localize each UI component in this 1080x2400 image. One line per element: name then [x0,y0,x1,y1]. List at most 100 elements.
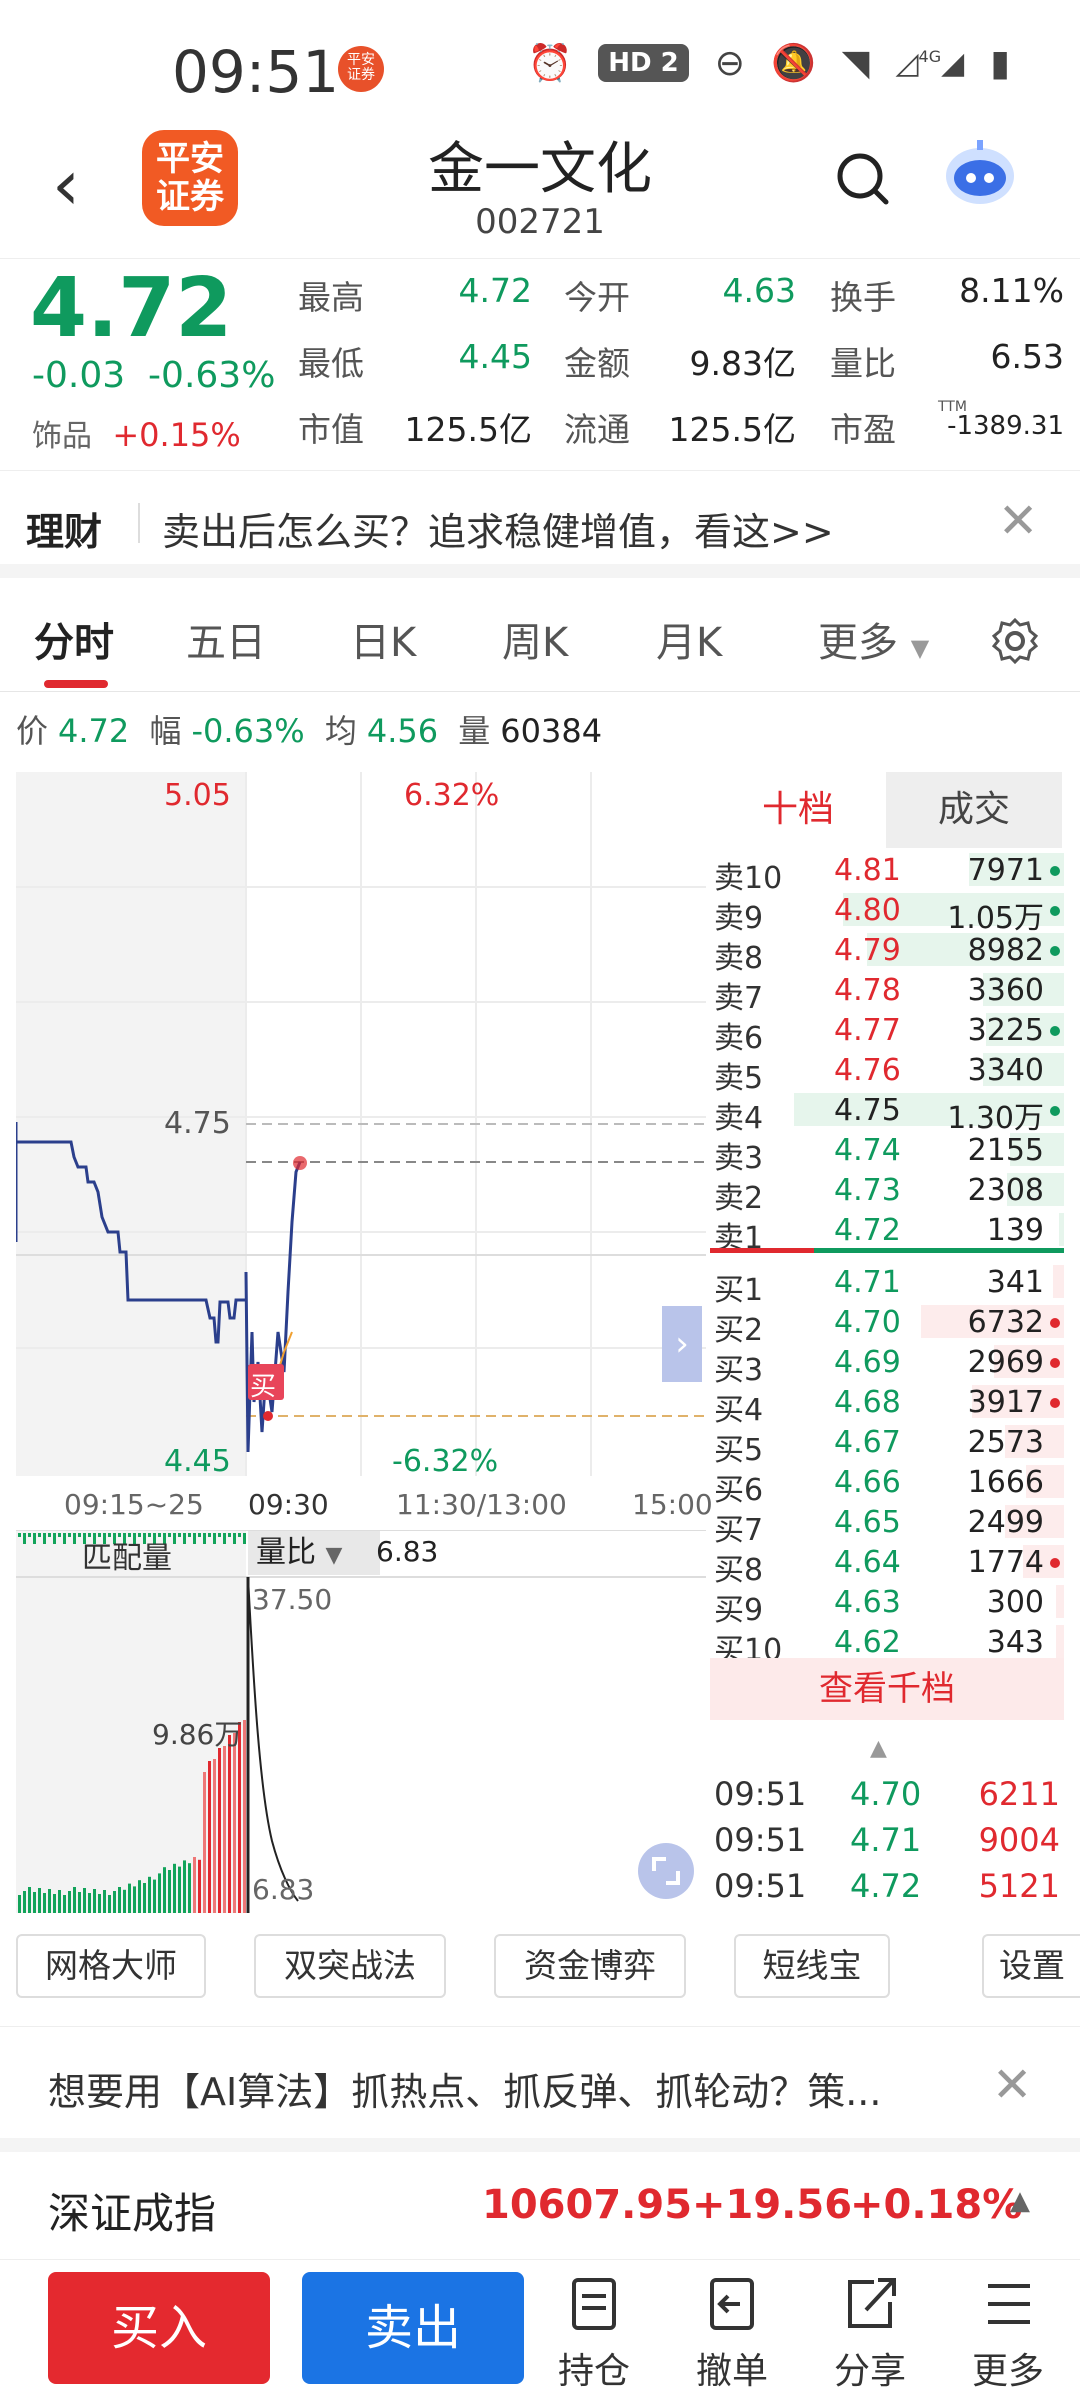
promo-banner[interactable]: 理财 卖出后怎么买？追求稳健增值，看这>> ✕ [0,470,1080,578]
quote-field: 流通 125.5亿 [564,410,796,449]
y-max-label: 5.05 [164,778,231,813]
promo-text[interactable]: 卖出后怎么买？追求稳健增值，看这>> [162,501,834,556]
intraday-chart-svg [16,772,706,1476]
bid-row[interactable]: 买10 4.62 343 [710,1622,1064,1668]
buy-button[interactable]: 买入 [48,2272,270,2384]
stock-name: 金一文化 [428,137,652,202]
indicator-select[interactable]: 量比 ▼ [248,1531,380,1575]
change-dot [1050,1398,1060,1408]
volume-bar [18,1533,21,1537]
quick-tools: 网格大师 双突战法 资金博弈 短线宝 设置 [0,1928,1080,2024]
ai-promo-text[interactable]: 想要用【AI算法】抓热点、抓反弹、抓轮动？策... [48,2061,881,2116]
sell-button[interactable]: 卖出 [302,2272,524,2384]
volume-bar [233,1533,236,1544]
ask-row[interactable]: 卖2 4.73 2308 [710,1170,1064,1216]
volume-bar [178,1533,181,1537]
ask-row[interactable]: 卖1 4.72 139 [710,1210,1064,1256]
tab-intraday[interactable]: 分时 [34,610,114,668]
index-change: +19.56 [692,2182,853,2228]
ai-promo-bar[interactable]: 想要用【AI算法】抓热点、抓反弹、抓轮动？策... ✕ [0,2026,1080,2152]
volume-bar [183,1533,186,1544]
nav-cancel-order[interactable]: 撤单 [672,2270,792,2394]
wifi-icon: ◥ [841,42,870,84]
index-pct: +0.18% [850,2182,1023,2228]
tab-trades[interactable]: 成交 [886,772,1062,848]
ai-robot-icon[interactable] [940,134,1020,214]
volume-bar [183,1860,186,1913]
volume-bar [178,1866,181,1913]
volume-bar [208,1761,211,1913]
buy-marker[interactable]: 买 [250,1366,276,1403]
bid-row[interactable]: 买9 4.63 300 [710,1582,1064,1628]
tool-grid-master[interactable]: 网格大师 [16,1934,206,1998]
tool-settings[interactable]: 设置 [982,1934,1080,1998]
volume-bar [173,1533,176,1544]
tab-daily-k[interactable]: 日K [350,610,416,668]
clock: 09:51 [172,38,340,106]
sector-change[interactable]: 饰品 +0.15% [32,411,241,455]
settings-gear-icon[interactable] [990,616,1040,666]
stock-code: 002721 [475,202,605,242]
nav-holdings[interactable]: 持仓 [534,2270,654,2394]
bid-row[interactable]: 买4 4.68 3917 [710,1382,1064,1428]
ask-row[interactable]: 卖8 4.79 8982 [710,930,1064,976]
volume-bar [173,1863,176,1913]
bid-row[interactable]: 买1 4.71 341 [710,1262,1064,1308]
volume-bar [43,1893,46,1913]
volume-bar [33,1892,36,1913]
expand-up-icon[interactable]: ▲ [1010,2186,1030,2216]
collapse-arrow-icon[interactable]: ▲ [870,1736,887,1761]
bid-row[interactable]: 买3 4.69 2969 [710,1342,1064,1388]
tool-fund-game[interactable]: 资金博弈 [494,1934,686,1998]
view-thousand-levels-button[interactable]: 查看千档 [710,1658,1064,1720]
close-icon[interactable]: ✕ [992,2057,1032,2113]
ask-row[interactable]: 卖5 4.76 3340 [710,1050,1064,1096]
index-ticker[interactable]: 深证成指 10607.95 +19.56 +0.18% ▲ [0,2152,1080,2260]
volume-bar [133,1886,136,1913]
match-volume-label: 匹配量 [82,1541,172,1576]
chart-tabs: 分时 五日 日K 周K 月K 更多 ▼ [0,592,1080,692]
ask-row[interactable]: 卖9 4.80 1.05万 [710,890,1064,936]
app-badge-icon: 平安 证券 [338,46,384,92]
sub-bottom-label: 6.83 [252,1873,315,1906]
volume-bar [193,1857,196,1913]
trade-row: 09:51 4.71 9004 [714,1821,1060,1859]
promo-tag: 理财 [26,510,103,554]
nav-share[interactable]: 分享 [810,2270,930,2394]
search-icon[interactable] [832,148,892,208]
sub-mid-label: 9.86万 [152,1718,243,1751]
volume-bar [213,1759,216,1913]
volume-bar [28,1887,31,1913]
nav-more[interactable]: 更多 [948,2270,1068,2394]
bid-row[interactable]: 买8 4.64 1774 [710,1542,1064,1588]
ask-row[interactable]: 卖6 4.77 3225 [710,1010,1064,1056]
mute-icon: 🔕 [770,43,816,84]
ask-row[interactable]: 卖4 4.75 1.30万 [710,1090,1064,1136]
ask-row[interactable]: 卖3 4.74 2155 [710,1130,1064,1176]
tab-ten-levels[interactable]: 十档 [710,772,886,848]
bid-row[interactable]: 买6 4.66 1666 [710,1462,1064,1508]
bid-row[interactable]: 买7 4.65 2499 [710,1502,1064,1548]
sub-chart[interactable]: 匹配量 量比 ▼ 6.83 37.50 9.86万 6.83 [16,1530,706,1913]
ask-row[interactable]: 卖10 4.81 7971 [710,850,1064,896]
quote-panel: 4.72 -0.03 -0.63% 饰品 +0.15% 最高 4.72 今开 4.63… [0,258,1080,468]
tab-more[interactable]: 更多 ▼ [818,610,929,668]
change-dot [1050,866,1060,876]
volume-bar [223,1746,226,1913]
volume-bar [18,1895,21,1913]
tool-double-breakout[interactable]: 双突战法 [254,1934,446,1998]
bid-row[interactable]: 买5 4.67 2573 [710,1422,1064,1468]
volume-bar [48,1533,51,1537]
bid-row[interactable]: 买2 4.70 6732 [710,1302,1064,1348]
holdings-icon [572,2278,616,2330]
y-min-pct-label: -6.32% [392,1444,499,1479]
tab-monthly-k[interactable]: 月K [656,610,722,668]
expand-panel-button[interactable]: › [662,1306,702,1382]
close-icon[interactable]: ✕ [998,493,1038,549]
tool-short-term[interactable]: 短线宝 [734,1934,890,1998]
tab-weekly-k[interactable]: 周K [502,610,568,668]
volume-bar [38,1888,41,1913]
intraday-chart[interactable]: 5.05 6.32% 4.75 4.45 -6.32% 买 › [16,772,706,1479]
ask-row[interactable]: 卖7 4.78 3360 [710,970,1064,1016]
tab-five-day[interactable]: 五日 [186,610,266,668]
